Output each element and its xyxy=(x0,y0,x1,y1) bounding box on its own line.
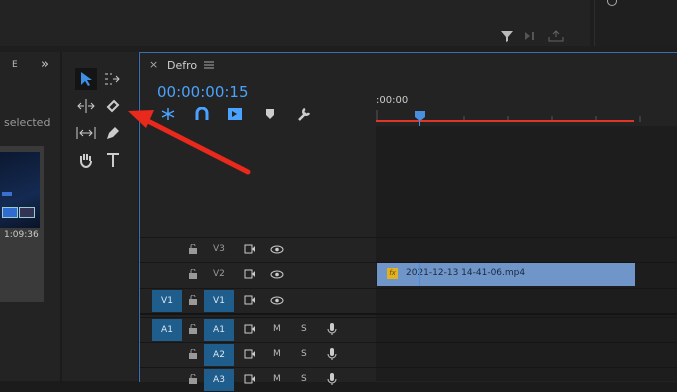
annotation-arrow xyxy=(128,110,251,175)
